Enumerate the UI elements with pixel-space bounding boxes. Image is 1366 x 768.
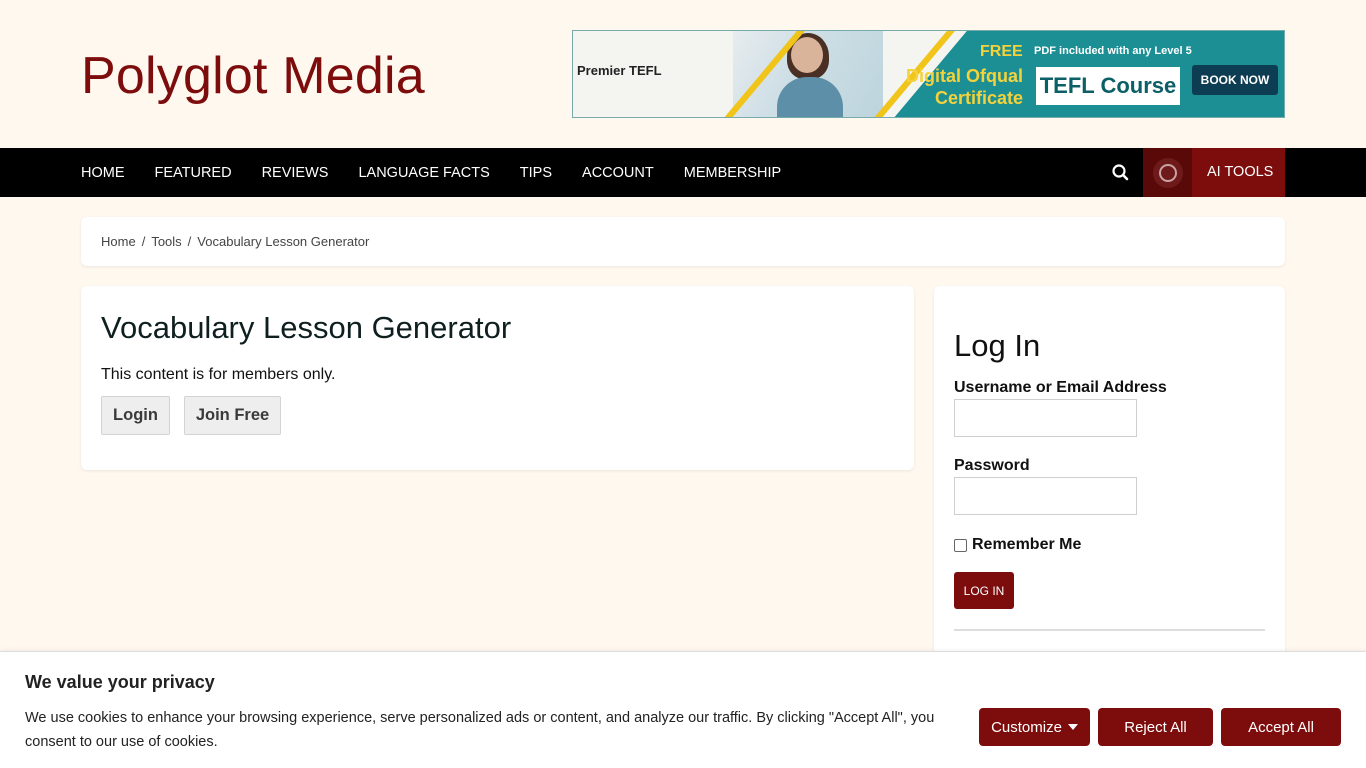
cookie-title: We value your privacy — [25, 672, 215, 692]
page-title: Vocabulary Lesson Generator — [101, 310, 512, 345]
breadcrumb-tools[interactable]: Tools — [151, 234, 181, 249]
accept-all-button[interactable]: Accept All — [1221, 708, 1341, 746]
nav-item-tips[interactable]: TIPS — [520, 165, 552, 181]
nav-item-featured[interactable]: FEATURED — [155, 165, 232, 181]
banner-free-text: FREE — [980, 43, 1023, 60]
login-heading: Log In — [954, 328, 1041, 363]
username-label: Username or Email Address — [954, 379, 1167, 396]
main-navigation: HOME FEATURED REVIEWS LANGUAGE FACTS TIP… — [0, 148, 1366, 197]
breadcrumb-current: Vocabulary Lesson Generator — [197, 234, 370, 249]
username-field[interactable] — [954, 399, 1137, 437]
ad-banner[interactable]: Premier TEFL FREE PDF included with any … — [572, 30, 1285, 118]
remember-me: Remember Me — [954, 536, 1081, 554]
remember-me-checkbox[interactable] — [954, 538, 967, 552]
nav-item-membership[interactable]: MEMBERSHIP — [684, 165, 782, 181]
banner-certificate-text: Digital Ofqual Certificate — [906, 66, 1023, 108]
divider — [954, 629, 1265, 631]
caret-down-icon — [1067, 724, 1078, 730]
nav-item-language-facts[interactable]: LANGUAGE FACTS — [358, 165, 489, 181]
banner-pdf-text: PDF included with any Level 5 — [1034, 45, 1192, 57]
breadcrumb-separator: / — [187, 234, 192, 249]
password-label: Password — [954, 457, 1030, 474]
breadcrumb-separator: / — [141, 234, 146, 249]
search-icon[interactable] — [1110, 162, 1132, 184]
join-free-button[interactable]: Join Free — [184, 396, 281, 435]
cookie-consent-banner: We value your privacy We use cookies to … — [0, 651, 1366, 768]
site-header: Polyglot Media Premier TEFL FREE PDF inc… — [0, 0, 1366, 148]
reject-all-button[interactable]: Reject All — [1098, 708, 1213, 746]
login-button[interactable]: Login — [101, 396, 170, 435]
ai-tools-button[interactable]: AI TOOLS — [1143, 148, 1285, 197]
remember-me-label: Remember Me — [972, 536, 1082, 553]
log-in-submit-button[interactable]: LOG IN — [954, 572, 1014, 609]
nav-item-reviews[interactable]: REVIEWS — [262, 165, 329, 181]
breadcrumb-home[interactable]: Home — [101, 234, 136, 249]
nav-item-home[interactable]: HOME — [81, 165, 125, 181]
cookie-text: We use cookies to enhance your browsing … — [25, 710, 935, 750]
site-title[interactable]: Polyglot Media — [81, 46, 425, 106]
password-field[interactable] — [954, 477, 1137, 515]
nav-item-account[interactable]: ACCOUNT — [582, 165, 654, 181]
ai-tools-label: AI TOOLS — [1207, 164, 1274, 180]
customize-button[interactable]: Customize — [979, 708, 1090, 746]
nav-menu: HOME FEATURED REVIEWS LANGUAGE FACTS TIP… — [81, 148, 811, 197]
breadcrumb: Home / Tools / Vocabulary Lesson Generat… — [81, 217, 1285, 266]
content-card: Vocabulary Lesson Generator This content… — [81, 286, 914, 470]
customize-label: Customize — [991, 718, 1062, 736]
banner-book-now-button[interactable]: BOOK NOW — [1192, 65, 1278, 95]
ai-icon — [1143, 148, 1192, 197]
banner-brand: Premier TEFL — [577, 63, 662, 78]
members-only-message: This content is for members only. — [101, 366, 336, 383]
banner-course-label: TEFL Course — [1036, 67, 1180, 105]
